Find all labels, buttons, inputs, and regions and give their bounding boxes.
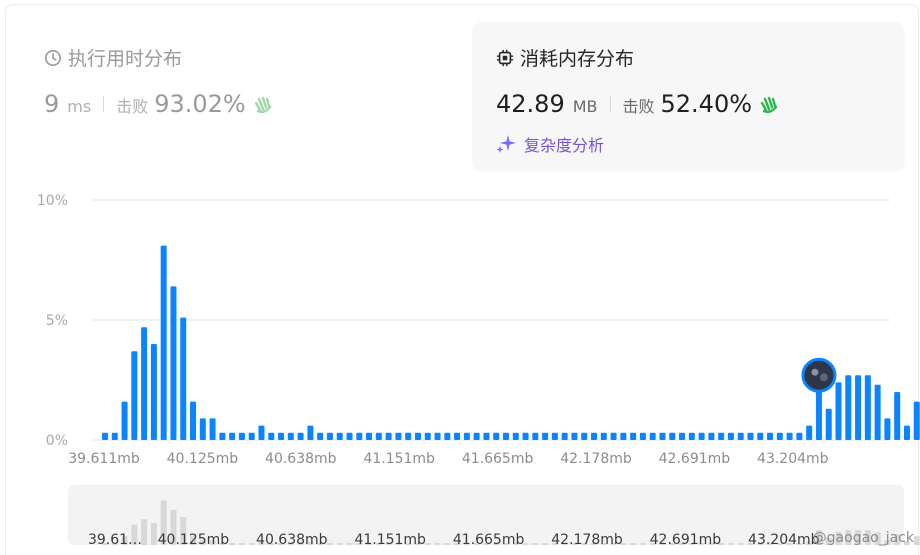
- runtime-title: 执行用时分布: [68, 48, 183, 70]
- runtime-stats: 9 ms 击败 93.02%: [44, 90, 274, 118]
- memory-distribution-tab[interactable]: 消耗内存分布 42.89 MB 击败 52.40% 复杂度分析: [472, 22, 905, 172]
- memory-beats-label: 击败: [622, 97, 655, 116]
- complexity-analysis-button[interactable]: 复杂度分析: [496, 132, 604, 156]
- watermark: @gaogao_jack: [812, 530, 914, 546]
- divider: [609, 96, 611, 112]
- clap-icon: [758, 94, 780, 114]
- sparkle-icon: [496, 134, 516, 154]
- clap-icon: [252, 94, 274, 114]
- clock-icon: [44, 49, 62, 67]
- runtime-distribution-tab[interactable]: 执行用时分布 9 ms 击败 93.02%: [30, 22, 450, 172]
- memory-beats-pct: 52.40%: [660, 90, 753, 118]
- runtime-card-title: 执行用时分布: [44, 44, 182, 71]
- chip-icon: [496, 49, 514, 67]
- runtime-beats-pct: 93.02%: [154, 90, 246, 118]
- divider: [103, 96, 105, 112]
- memory-card-title: 消耗内存分布: [496, 44, 634, 71]
- chart-range-brush[interactable]: [68, 485, 904, 545]
- memory-value: 42.89: [496, 90, 565, 118]
- runtime-unit: ms: [67, 97, 92, 116]
- runtime-beats-label: 击败: [116, 97, 149, 116]
- memory-title: 消耗内存分布: [520, 48, 635, 70]
- memory-unit: MB: [572, 97, 598, 116]
- complexity-analysis-label: 复杂度分析: [524, 136, 605, 155]
- runtime-value: 9: [44, 90, 60, 118]
- memory-stats: 42.89 MB 击败 52.40%: [496, 90, 780, 118]
